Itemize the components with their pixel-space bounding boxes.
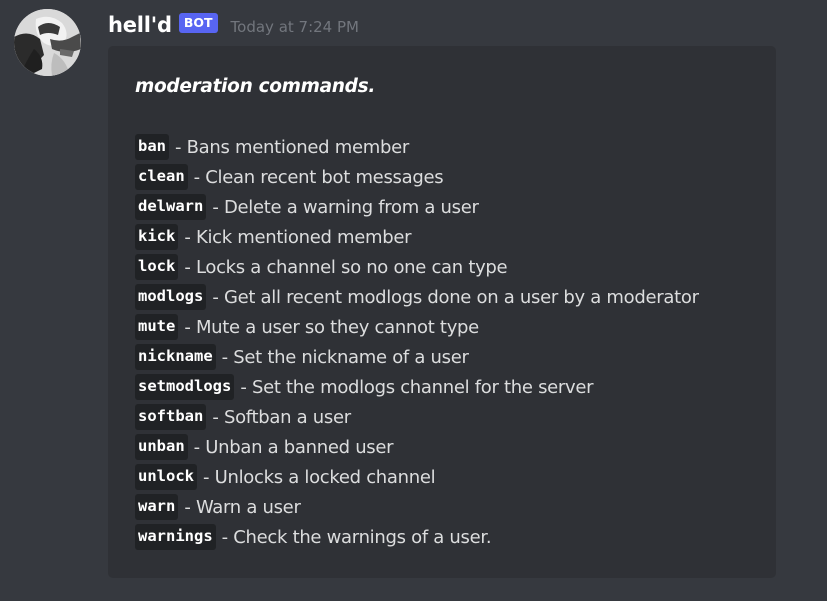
- command-row: softban - Softban a user: [135, 402, 699, 432]
- username[interactable]: hell'd: [108, 13, 172, 37]
- command-name-code: setmodlogs: [135, 374, 235, 400]
- command-description: - Get all recent modlogs done on a user …: [212, 286, 699, 308]
- command-name-code: modlogs: [135, 284, 207, 310]
- command-description: - Warn a user: [184, 496, 301, 518]
- command-row: clean - Clean recent bot messages: [135, 162, 699, 192]
- command-description: - Softban a user: [212, 406, 351, 428]
- anime-character-avatar-icon: [14, 9, 81, 76]
- command-description: - Kick mentioned member: [184, 226, 412, 248]
- command-name-code: softban: [135, 404, 207, 430]
- command-description: - Clean recent bot messages: [193, 166, 444, 188]
- command-name-code: kick: [135, 224, 179, 250]
- command-description: - Set the nickname of a user: [221, 346, 469, 368]
- command-row: unban - Unban a banned user: [135, 432, 699, 462]
- command-row: unlock - Unlocks a locked channel: [135, 462, 699, 492]
- command-description: - Unban a banned user: [193, 436, 394, 458]
- command-row: setmodlogs - Set the modlogs channel for …: [135, 372, 699, 402]
- bot-tag: BOT: [178, 13, 218, 33]
- command-row: modlogs - Get all recent modlogs done on …: [135, 282, 699, 312]
- command-row: kick - Kick mentioned member: [135, 222, 699, 252]
- command-name-code: warnings: [135, 524, 216, 550]
- command-name-code: mute: [135, 314, 179, 340]
- command-row: ban - Bans mentioned member: [135, 132, 699, 162]
- avatar[interactable]: [14, 9, 81, 76]
- command-name-code: warn: [135, 494, 179, 520]
- command-description: - Mute a user so they cannot type: [184, 316, 479, 338]
- command-description: - Locks a channel so no one can type: [184, 256, 508, 278]
- command-row: lock - Locks a channel so no one can type: [135, 252, 699, 282]
- command-description: - Set the modlogs channel for the server: [240, 376, 594, 398]
- command-name-code: unlock: [135, 464, 197, 490]
- command-row: warn - Warn a user: [135, 492, 699, 522]
- embed: moderation commands. ban - Bans mentioned…: [108, 46, 776, 578]
- command-description: - Bans mentioned member: [175, 136, 409, 158]
- command-row: mute - Mute a user so they cannot type: [135, 312, 699, 342]
- timestamp[interactable]: Today at 7:24 PM: [231, 18, 359, 36]
- chat-message: hell'd BOT Today at 7:24 PM moderation c…: [0, 0, 827, 601]
- command-row: delwarn - Delete a warning from a user: [135, 192, 699, 222]
- command-name-code: lock: [135, 254, 179, 280]
- command-name-code: delwarn: [135, 194, 207, 220]
- command-description: - Check the warnings of a user.: [221, 526, 492, 548]
- command-name-code: nickname: [135, 344, 216, 370]
- message-header: hell'd BOT Today at 7:24 PM: [108, 10, 359, 40]
- command-name-code: unban: [135, 434, 188, 460]
- command-name-code: clean: [135, 164, 188, 190]
- command-list: ban - Bans mentioned member clean - Clean r…: [135, 132, 699, 552]
- command-description: - Unlocks a locked channel: [203, 466, 436, 488]
- embed-title: moderation commands.: [135, 76, 376, 97]
- command-description: - Delete a warning from a user: [212, 196, 479, 218]
- command-name-code: ban: [135, 134, 169, 160]
- command-row: warnings - Check the warnings of a user.: [135, 522, 699, 552]
- command-row: nickname - Set the nickname of a user: [135, 342, 699, 372]
